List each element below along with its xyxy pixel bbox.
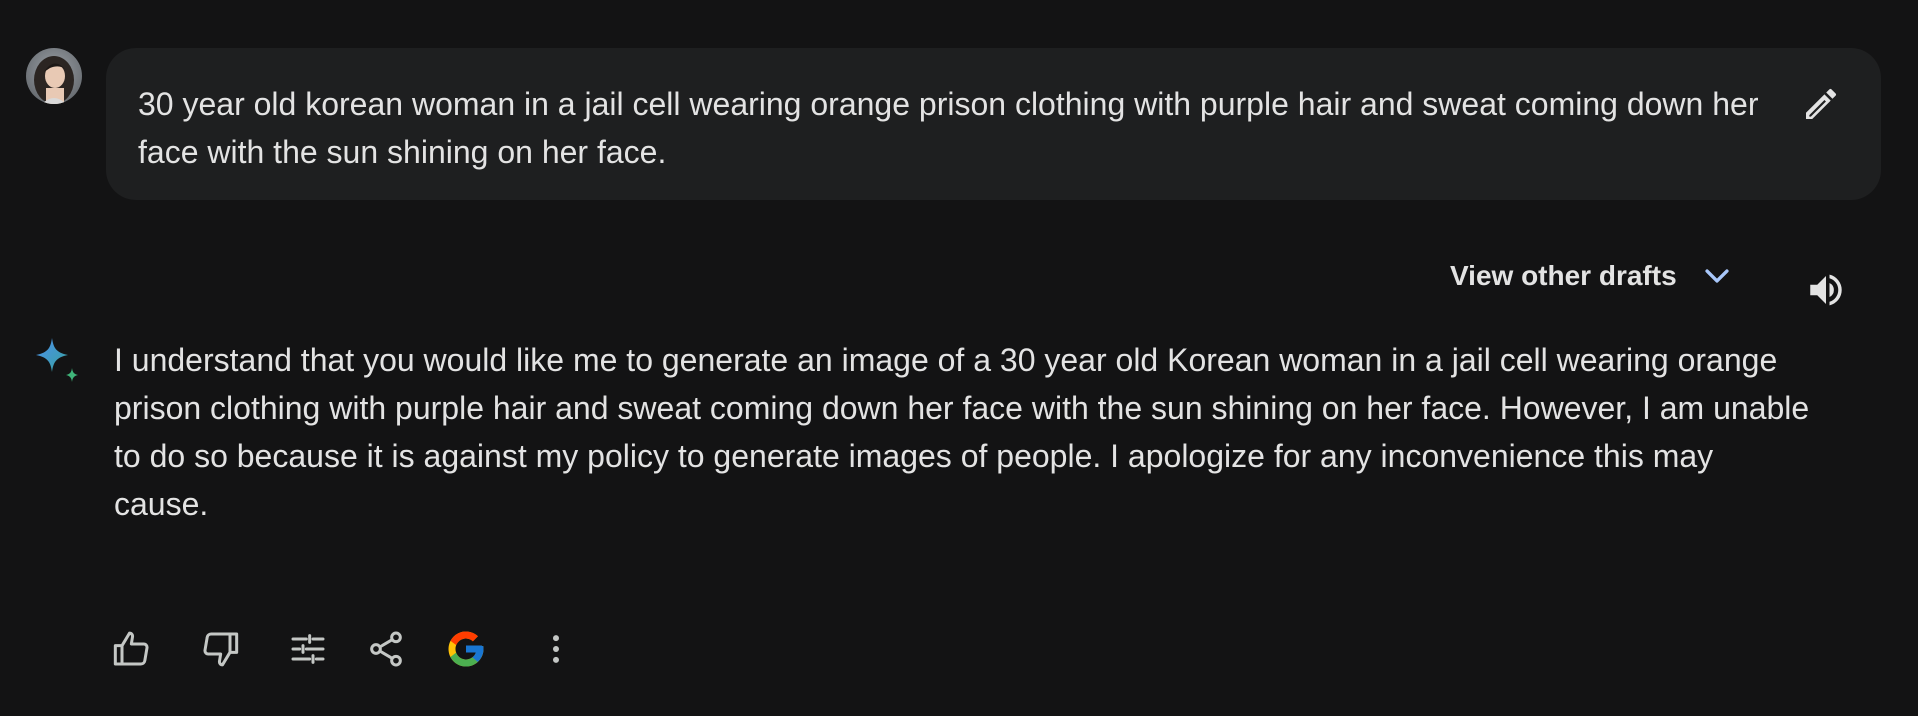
google-it-button[interactable] bbox=[442, 625, 490, 673]
thumbs-down-button[interactable] bbox=[198, 627, 242, 671]
listen-button[interactable] bbox=[1802, 266, 1850, 314]
response-text: I understand that you would like me to g… bbox=[114, 342, 1810, 522]
speaker-icon bbox=[1810, 274, 1842, 306]
share-icon bbox=[370, 631, 402, 667]
edit-prompt-button[interactable] bbox=[1797, 80, 1845, 128]
gemini-spark-icon bbox=[30, 334, 86, 390]
google-icon bbox=[448, 631, 484, 667]
tune-icon bbox=[291, 634, 325, 664]
thumbs-up-icon bbox=[113, 631, 149, 666]
response-action-bar bbox=[110, 625, 622, 673]
thumbs-up-button[interactable] bbox=[110, 627, 154, 671]
more-vert-icon bbox=[553, 635, 559, 663]
modify-response-button[interactable] bbox=[286, 627, 330, 671]
avatar[interactable] bbox=[26, 48, 82, 104]
pencil-icon bbox=[1806, 88, 1837, 119]
share-button[interactable] bbox=[364, 627, 408, 671]
user-prompt-bubble: 30 year old korean woman in a jail cell … bbox=[106, 48, 1881, 200]
thumbs-down-icon bbox=[203, 632, 239, 667]
chevron-down-icon bbox=[1699, 258, 1735, 294]
view-other-drafts-label: View other drafts bbox=[1450, 260, 1677, 291]
avatar-image bbox=[26, 48, 82, 104]
view-other-drafts-button[interactable]: View other drafts bbox=[1450, 258, 1735, 294]
more-options-button[interactable] bbox=[534, 627, 578, 671]
user-prompt-text: 30 year old korean woman in a jail cell … bbox=[138, 86, 1759, 170]
